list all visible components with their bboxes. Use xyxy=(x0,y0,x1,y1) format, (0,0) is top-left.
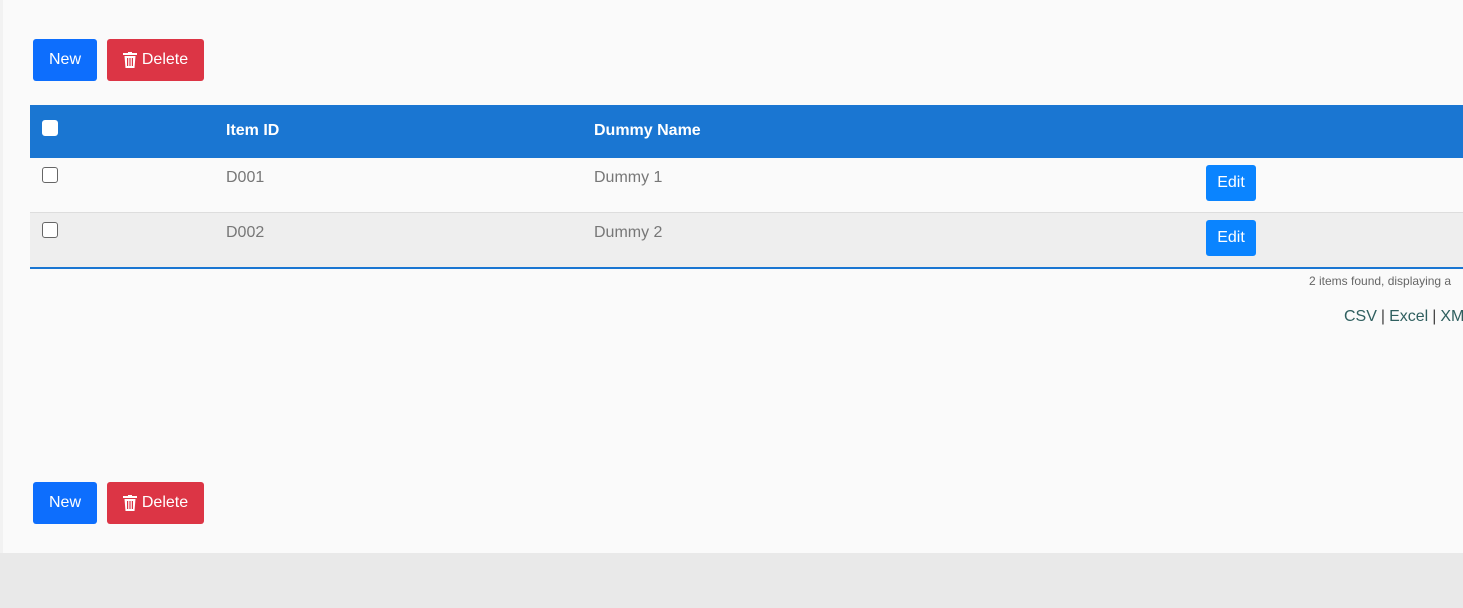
delete-label: Delete xyxy=(141,51,189,68)
dummy-name-cell: Dummy 1 xyxy=(594,169,663,186)
delete-button[interactable]: Delete xyxy=(107,39,204,81)
row-checkbox[interactable] xyxy=(42,167,58,183)
dummy-name-cell: Dummy 2 xyxy=(594,224,663,241)
table-header: Item ID Dummy Name xyxy=(30,105,1463,158)
content-panel: New Delete Item ID Dummy Name D001 Dummy… xyxy=(0,0,1463,553)
trash-icon xyxy=(122,52,137,68)
export-csv-link[interactable]: CSV xyxy=(1344,308,1377,325)
items-table: Item ID Dummy Name D001 Dummy 1 Edit D00… xyxy=(30,105,1463,269)
table-row: D001 Dummy 1 Edit xyxy=(30,158,1463,213)
delete-label: Delete xyxy=(141,494,189,511)
export-excel-link[interactable]: Excel xyxy=(1389,308,1428,325)
row-checkbox[interactable] xyxy=(42,222,58,238)
column-header-dummy-name[interactable]: Dummy Name xyxy=(594,122,701,140)
item-id-cell: D002 xyxy=(226,224,265,241)
bottom-toolbar: New Delete xyxy=(33,482,204,524)
edit-button[interactable]: Edit xyxy=(1206,165,1256,201)
export-separator: | xyxy=(1432,308,1437,325)
delete-button[interactable]: Delete xyxy=(107,482,204,524)
trash-icon xyxy=(122,495,137,511)
table-row: D002 Dummy 2 Edit xyxy=(30,213,1463,269)
top-toolbar: New Delete xyxy=(33,39,204,81)
item-id-cell: D001 xyxy=(226,169,265,186)
new-button[interactable]: New xyxy=(33,482,97,524)
export-xml-link[interactable]: XM xyxy=(1440,308,1463,325)
new-button[interactable]: New xyxy=(33,39,97,81)
edit-button[interactable]: Edit xyxy=(1206,220,1256,256)
export-links: CSV | Excel | XM xyxy=(1344,308,1463,326)
export-separator: | xyxy=(1380,308,1386,325)
column-header-item-id[interactable]: Item ID xyxy=(226,122,279,140)
results-summary: 2 items found, displaying a xyxy=(1309,274,1452,288)
select-all-checkbox[interactable] xyxy=(42,120,58,136)
